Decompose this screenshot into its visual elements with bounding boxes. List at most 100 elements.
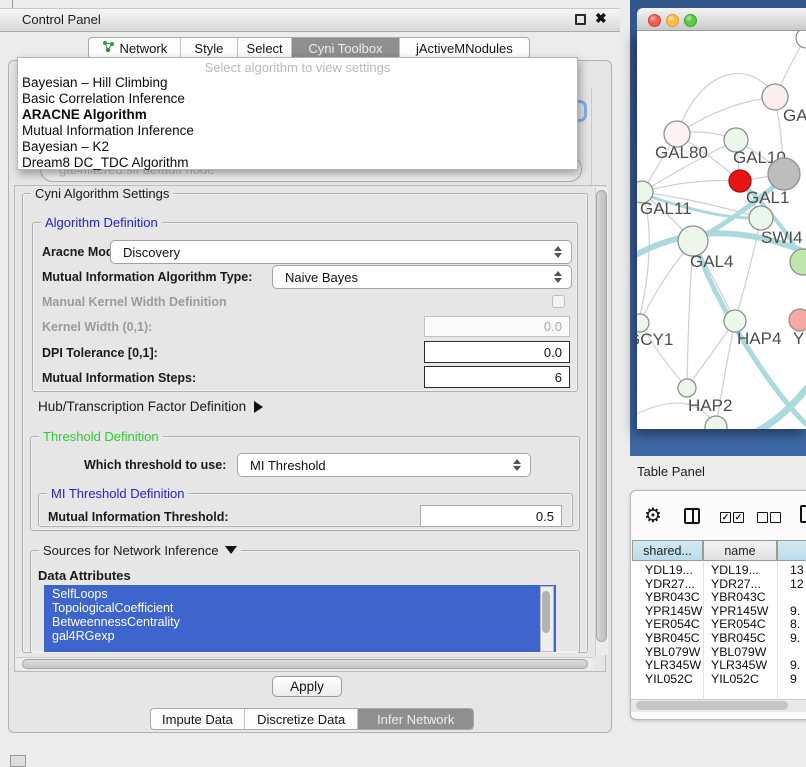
mi-algorithm-type-combobox[interactable]: Naive Bayes xyxy=(272,265,572,289)
manual-kernel-width-label: Manual Kernel Width Definition xyxy=(42,295,227,309)
network-window-titlebar[interactable] xyxy=(637,8,806,31)
table-cell: YBL079W xyxy=(711,645,766,659)
table-cell: YPR145W xyxy=(645,604,702,618)
tab-impute-data[interactable]: Impute Data xyxy=(151,709,244,729)
column-header-shared[interactable]: shared... xyxy=(632,540,703,561)
table-row[interactable]: YDL19...YDL19...13 xyxy=(631,563,806,577)
tab-select[interactable]: Select xyxy=(237,38,291,58)
algorithm-option-mutual-information-inference[interactable]: Mutual Information Inference xyxy=(22,123,194,139)
network-node[interactable] xyxy=(768,158,800,190)
column-header-extra[interactable] xyxy=(777,540,806,561)
table-cell: YER054C xyxy=(711,617,766,631)
tab-discretize-data[interactable]: Discretize Data xyxy=(244,709,358,729)
tab-cyni-toolbox[interactable]: Cyni Toolbox xyxy=(291,38,399,58)
column-header-name[interactable]: name xyxy=(703,540,777,561)
table-row[interactable]: YBR043CYBR043C xyxy=(631,590,806,604)
traffic-light-minimize-icon[interactable] xyxy=(666,14,679,27)
combo-arrows-icon xyxy=(512,458,521,472)
checked-checkbox-icon[interactable]: ✓ xyxy=(733,512,744,523)
algorithm-definition-title: Algorithm Definition xyxy=(41,215,162,230)
algorithm-dropdown-popup: Select algorithm to view settings Bayesi… xyxy=(17,57,578,170)
attribute-item-betweennesscentrality[interactable]: BetweennessCentrality xyxy=(44,615,556,629)
table-row[interactable]: YBL079W YBL079W xyxy=(631,645,806,659)
column-divider xyxy=(703,562,704,698)
tab-network[interactable]: Network xyxy=(89,38,180,58)
aracne-mode-combobox[interactable]: Discovery xyxy=(110,240,572,264)
which-threshold-label: Which threshold to use: xyxy=(84,458,226,472)
table-cell: YBL079W xyxy=(645,645,700,659)
mi-algorithm-type-value: Naive Bayes xyxy=(285,270,358,285)
algorithm-option-dream8-dc-tdc-algorithm[interactable]: Dream8 DC_TDC Algorithm xyxy=(22,155,189,171)
network-node-y[interactable] xyxy=(789,309,806,331)
network-node[interactable] xyxy=(790,249,806,275)
table-cell: YDR27... xyxy=(645,577,695,591)
mi-threshold-field[interactable]: 0.5 xyxy=(420,505,562,527)
tab-style[interactable]: Style xyxy=(180,38,237,58)
attribute-item-gal4rgexp[interactable]: gal4RGexp xyxy=(44,629,556,643)
traffic-light-close-icon[interactable] xyxy=(648,14,661,27)
unchecked-checkbox-icon[interactable] xyxy=(757,512,768,523)
table-row[interactable]: YLR345WYLR345W9. xyxy=(631,658,806,672)
traffic-light-zoom-icon[interactable] xyxy=(684,14,697,27)
table-cell: YBR043C xyxy=(645,590,700,604)
tab-label: Select xyxy=(247,41,283,56)
table-cell: YBR045C xyxy=(711,631,766,645)
algorithm-option-aracne-algorithm[interactable]: ARACNE Algorithm xyxy=(22,107,147,123)
algorithm-option-basic-correlation-inference[interactable]: Basic Correlation Inference xyxy=(22,91,185,107)
close-panel-icon[interactable]: ✖ xyxy=(595,10,607,27)
top-divider-tick xyxy=(12,0,13,8)
table-row[interactable]: YIL052CYIL052C9 xyxy=(631,672,806,686)
table-row[interactable]: YER054CYER054C8. xyxy=(631,617,806,631)
table-cell: YBR045C xyxy=(645,631,700,645)
file-icon[interactable] xyxy=(800,505,806,523)
column-layout-icon[interactable] xyxy=(684,508,700,524)
network-node-label: GAL4 xyxy=(690,252,733,271)
expanded-arrow-icon xyxy=(225,546,237,554)
mi-threshold-definition-title: MI Threshold Definition xyxy=(47,486,188,501)
network-canvas[interactable]: GALGAL80GAL10GAL1GAL11SWI4GAL4GCY1HAP4YH… xyxy=(637,31,806,429)
table-row[interactable]: YBR045CYBR045C9. xyxy=(631,631,806,645)
mi-steps-field[interactable]: 6 xyxy=(424,366,570,388)
dpi-tolerance-field[interactable]: 0.0 xyxy=(424,341,570,363)
network-node-swi4[interactable] xyxy=(749,206,773,230)
algorithm-option-bayesian-hill-climbing[interactable]: Bayesian – Hill Climbing xyxy=(22,75,168,91)
kernel-width-label: Kernel Width (0,1): xyxy=(42,320,152,334)
sources-group-title[interactable]: Sources for Network Inference xyxy=(39,543,241,558)
algorithm-option-bayesian-k2[interactable]: Bayesian – K2 xyxy=(22,139,109,155)
network-node[interactable] xyxy=(705,416,727,429)
table-cell: YLR345W xyxy=(711,658,767,672)
mi-threshold-value: 0.5 xyxy=(536,509,554,524)
apply-button[interactable]: Apply xyxy=(272,676,342,697)
table-cell: 8. xyxy=(790,617,800,631)
threshold-definition-title: Threshold Definition xyxy=(39,429,163,444)
settings-horizontal-scrollbar-thumb[interactable] xyxy=(22,659,588,669)
table-row[interactable]: YDR27...YDR27...12 xyxy=(631,577,806,591)
network-node-label: HAP4 xyxy=(737,329,781,348)
data-attributes-list[interactable]: SelfLoopsTopologicalCoefficientBetweenne… xyxy=(44,585,556,652)
which-threshold-value: MI Threshold xyxy=(250,458,326,473)
collapsed-panel-icon[interactable] xyxy=(10,755,26,767)
attribute-item-selfloops[interactable]: SelfLoops xyxy=(44,587,556,601)
settings-vertical-scrollbar-thumb[interactable] xyxy=(596,190,607,642)
float-panel-icon[interactable] xyxy=(575,14,586,25)
network-edge xyxy=(687,321,735,388)
tab-infer-network[interactable]: Infer Network xyxy=(357,709,473,729)
unchecked-checkbox-icon[interactable] xyxy=(770,512,781,523)
network-node-label: Y xyxy=(793,329,804,348)
table-row[interactable]: YPR145WYPR145W9. xyxy=(631,604,806,618)
table-cell: YIL052C xyxy=(645,672,693,686)
gear-icon[interactable]: ⚙ xyxy=(644,503,662,528)
manual-kernel-width-checkbox[interactable] xyxy=(552,295,565,308)
tab-label: Network xyxy=(120,41,168,56)
network-node-hap2[interactable] xyxy=(678,379,696,397)
checked-checkbox-icon[interactable]: ✓ xyxy=(720,512,731,523)
attribute-item-topologicalcoefficient[interactable]: TopologicalCoefficient xyxy=(44,601,556,615)
which-threshold-combobox[interactable]: MI Threshold xyxy=(237,453,531,477)
table-horizontal-scrollbar-thumb[interactable] xyxy=(636,701,788,710)
table-cell: YDL19... xyxy=(711,563,759,577)
tab-jactivemnodules[interactable]: jActiveMNodules xyxy=(399,38,529,58)
hub-definition-toggle[interactable]: Hub/Transcription Factor Definition xyxy=(38,399,263,414)
network-node[interactable] xyxy=(796,31,806,48)
table-cell: 13 xyxy=(790,563,804,577)
mi-threshold-label: Mutual Information Threshold: xyxy=(48,510,229,524)
